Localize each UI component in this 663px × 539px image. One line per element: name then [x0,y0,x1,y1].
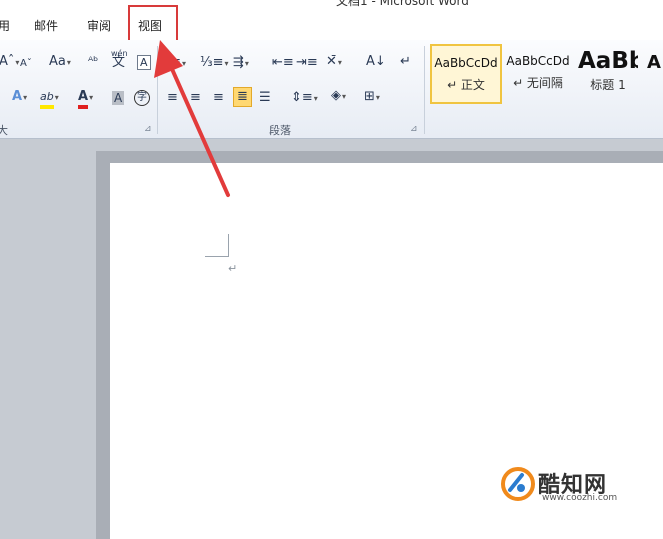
watermark-url: www.coozhi.com [542,493,618,503]
highlighter-icon: ab [40,89,54,109]
tab-mailings[interactable]: 邮件 [34,17,58,34]
ribbon-tab-bar: 文档1 - Microsoft Word 用 邮件 审阅 视图 [0,0,663,40]
style-sample: A [647,52,661,73]
style-normal[interactable]: AaBbCcDd ↵ 正文 [430,44,502,104]
paragraph-mark: ↵ [228,262,238,275]
margin-corner-mark [205,234,229,257]
styles-gallery: AaBbCcDd ↵ 正文 AaBbCcDd ↵ 无间隔 AaBb 标题 1 A [428,44,663,104]
paragraph-group-label: 段落 [269,124,291,137]
multilevel-list-icon: ⇶ [233,55,244,70]
change-case-button[interactable]: Aa▾ [49,54,71,71]
group-divider [157,46,158,134]
line-spacing-button[interactable]: ⇕≡▾ [291,90,318,107]
text-effect-icon: A [12,89,23,104]
enclose-character-button[interactable]: 字 [134,89,150,106]
paragraph-dialog-launcher-icon[interactable]: ⊿ [410,124,418,134]
shrink-font-icon: Aˇ [20,58,32,69]
highlight-color-button[interactable]: ab▾ [40,89,59,109]
decrease-indent-button[interactable]: ⇤≡ [272,55,294,71]
line-spacing-icon: ⇕≡ [291,90,313,105]
watermark: 酷知网 www.coozhi.com [500,466,660,510]
justify-button[interactable]: ≣ [233,87,252,107]
justify-icon: ≣ [237,89,248,104]
tab-reference[interactable]: 用 [0,17,10,34]
phonetic-guide-button[interactable]: wén 文 [111,48,129,75]
shading-button[interactable]: ◈▾ [331,88,346,105]
decrease-indent-icon: ⇤≡ [272,55,294,70]
style-sample: AaBb [578,48,638,74]
enclose-character-icon: 字 [134,90,150,106]
clear-format-icon: ᴬᵇ [88,54,99,68]
font-dialog-launcher-icon[interactable]: ⊿ [144,124,152,134]
grow-font-icon: Aˆ [0,54,15,69]
font-color-icon: A [78,89,89,109]
chinese-layout-button[interactable]: ✕̄▾ [326,54,342,71]
align-center-button[interactable]: ≡ [190,90,201,106]
numbered-list-icon: ⅓≡ [200,55,224,70]
sort-button[interactable]: A↓ [366,54,386,70]
style-no-spacing[interactable]: AaBbCcDd ↵ 无间隔 [503,44,573,100]
show-marks-button[interactable]: ↵ [400,54,411,70]
window-title: 文档1 - Microsoft Word [336,0,469,8]
bullet-list-icon: ⁝≡ [166,55,182,70]
align-right-button[interactable]: ≡ [213,90,224,106]
distributed-button[interactable]: ☰ [259,90,271,106]
character-border-icon: A [140,56,148,69]
border-icon: ⊞ [364,89,375,104]
style-name: ↵ 无间隔 [513,76,563,90]
style-heading-2[interactable]: A [645,44,663,100]
shrink-font-button[interactable]: Aˇ [20,56,32,72]
character-shading-button[interactable]: A [112,90,125,107]
paragraph-mark-icon: ↵ [400,54,411,69]
style-name: ↵ 正文 [447,78,485,92]
grow-font-button[interactable]: Aˆ▾ [0,54,19,71]
coozhi-logo-icon [501,467,535,501]
group-divider [424,46,425,134]
clear-format-button[interactable]: ᴬᵇ [88,53,98,69]
paint-bucket-icon: ◈ [331,88,341,103]
distributed-icon: ☰ [259,90,271,105]
change-case-icon: Aa [49,54,66,69]
character-shading-icon: A [112,91,125,105]
text-effect-button[interactable]: A▾ [12,89,27,106]
style-sample: AaBbCcDd [434,56,498,70]
style-sample: AaBbCcDd [506,54,570,68]
borders-button[interactable]: ⊞▾ [364,89,380,106]
character-border-button[interactable]: A [137,55,151,70]
style-name: 标题 1 [590,78,626,92]
sort-icon: A↓ [366,54,386,69]
align-center-icon: ≡ [190,90,201,105]
increase-indent-button[interactable]: ⇥≡ [296,55,318,71]
font-group-label: 大 [0,124,8,137]
numbering-button[interactable]: ⅓≡▾ [200,55,229,72]
multilevel-list-button[interactable]: ⇶▾ [233,55,249,72]
align-left-icon: ≡ [167,90,178,105]
font-color-button[interactable]: A▾ [78,89,93,109]
align-left-button[interactable]: ≡ [167,90,178,106]
annotation-highlight-box [128,5,178,45]
style-heading-1[interactable]: AaBb 标题 1 [578,44,638,100]
chinese-layout-icon: ✕̄ [326,54,337,69]
align-right-icon: ≡ [213,90,224,105]
bullets-button[interactable]: ⁝≡▾ [166,55,186,72]
increase-indent-icon: ⇥≡ [296,55,318,70]
tab-review[interactable]: 审阅 [87,17,111,34]
phonetic-guide-icon: wén 文 [111,49,128,70]
